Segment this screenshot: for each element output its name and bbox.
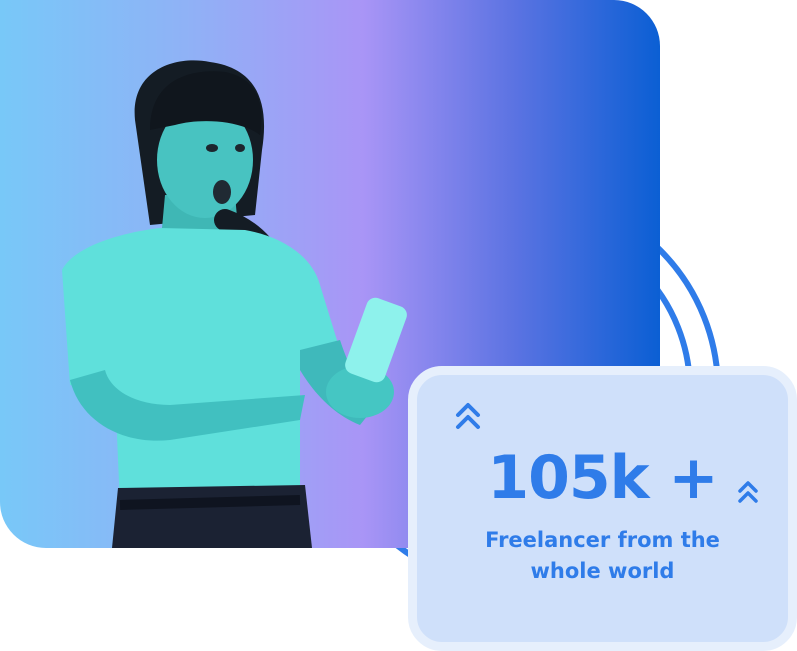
double-chevron-up-icon (455, 401, 481, 431)
hero-visual: 105k + Freelancer from the whole world (0, 0, 797, 651)
stat-caption: Freelancer from the whole world (485, 528, 720, 583)
stat-card: 105k + Freelancer from the whole world (408, 366, 797, 651)
stat-value: 105k + (487, 443, 718, 513)
